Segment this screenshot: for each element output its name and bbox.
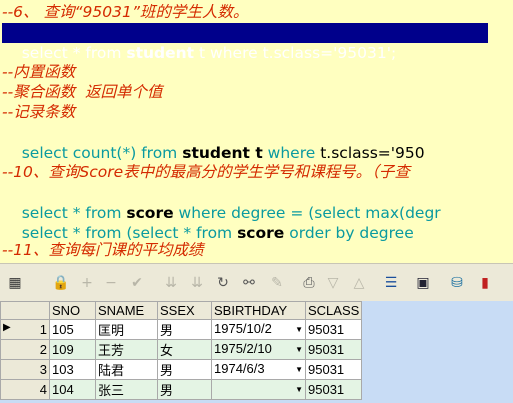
refresh-icon[interactable]: ↻ [212, 273, 234, 293]
check-icon[interactable]: ✔ [126, 273, 148, 293]
column-header-ssex[interactable]: SSEX [157, 301, 212, 320]
cell-sname[interactable]: 陆君 [95, 359, 158, 380]
comment-line: --10、查询Score表中的最高分的学生学号和课程号。（子查 [2, 163, 410, 181]
table-row[interactable]: 2 109 王芳 女 1975/2/10 ▼ 95031 [0, 339, 363, 360]
result-grid: SNO SNAME SSEX SBIRTHDAY SCLASS ▶ 1 105 匡… [0, 301, 513, 403]
cell-ssex[interactable]: 男 [157, 379, 212, 400]
row-header-corner [0, 301, 50, 320]
table-row[interactable]: 3 103 陆君 男 1974/6/3 ▼ 95031 [0, 359, 363, 380]
data-toolbar: ▦ 🔒 + − ✔ ⇊ ⇊ ↻ ⚯ ✎ ⎙ ▽ △ ☰ ▣ ⛁ ▮ [0, 263, 513, 303]
cell-sname[interactable]: 匡明 [95, 319, 158, 340]
dropdown-arrow-icon[interactable]: ▼ [295, 361, 303, 378]
dropdown-arrow-icon[interactable]: ▼ [295, 381, 303, 398]
chart-icon[interactable]: ▮ [474, 273, 496, 293]
cell-sno[interactable]: 105 [49, 319, 96, 340]
print-icon[interactable]: ⎙ [298, 273, 320, 293]
column-header-sno[interactable]: SNO [49, 301, 96, 320]
minus-icon[interactable]: − [100, 273, 122, 293]
binoculars-icon[interactable]: ⚯ [238, 273, 260, 293]
save-icon[interactable]: ▣ [412, 273, 434, 293]
cell-ssex[interactable]: 男 [157, 359, 212, 380]
cell-sno[interactable]: 109 [49, 339, 96, 360]
lock-icon[interactable]: 🔒 [50, 273, 72, 293]
grid-icon[interactable]: ▦ [4, 273, 26, 293]
row-number[interactable]: 3 [0, 359, 50, 380]
double-down-icon[interactable]: ⇊ [186, 273, 208, 293]
eraser-icon[interactable]: ✎ [266, 273, 288, 293]
cell-ssex[interactable]: 男 [157, 319, 212, 340]
dropdown-arrow-icon[interactable]: ▼ [295, 341, 303, 358]
comment-line: --6、 查询“95031”班的学生人数。 [2, 3, 249, 21]
result-table: SNO SNAME SSEX SBIRTHDAY SCLASS ▶ 1 105 匡… [0, 301, 363, 400]
table-row[interactable]: 4 104 张三 男 ▼ 95031 [0, 379, 363, 400]
selected-sql-line[interactable]: select * from student t where t.sclass='… [2, 23, 488, 62]
sql-line: select * from score where degree = (sele… [21, 204, 441, 222]
cell-sno[interactable]: 104 [49, 379, 96, 400]
comment-line: --内置函数 [2, 63, 76, 81]
cell-sname[interactable]: 张三 [95, 379, 158, 400]
cell-sbirthday[interactable]: 1975/10/2 ▼ [211, 319, 306, 340]
cell-sbirthday[interactable]: 1975/2/10 ▼ [211, 339, 306, 360]
comment-line: --11、查询每门课的平均成绩 [2, 241, 204, 258]
sql-editor[interactable]: --6、 查询“95031”班的学生人数。 select * from stud… [0, 0, 513, 258]
cell-sno[interactable]: 103 [49, 359, 96, 380]
row-number[interactable]: 4 [0, 379, 50, 400]
table-row[interactable]: ▶ 1 105 匡明 男 1975/10/2 ▼ 95031 [0, 319, 363, 340]
cell-sclass[interactable]: 95031 [304, 379, 363, 400]
row-number[interactable]: ▶ 1 [0, 319, 50, 340]
cell-sclass[interactable]: 95031 [304, 359, 363, 380]
cell-sbirthday[interactable]: 1974/6/3 ▼ [211, 359, 306, 380]
cell-sbirthday[interactable]: ▼ [211, 379, 306, 400]
cell-sclass[interactable]: 95031 [304, 339, 363, 360]
column-header-sbirthday[interactable]: SBIRTHDAY [211, 301, 306, 320]
plus-icon[interactable]: + [76, 273, 98, 293]
comment-line: --聚合函数 返回单个值 [2, 83, 163, 101]
columns-icon[interactable]: ☰ [380, 273, 402, 293]
sql-line: select * from (select * from score order… [21, 224, 414, 242]
triangle-down-icon[interactable]: ▽ [322, 273, 344, 293]
column-header-sclass[interactable]: SCLASS [304, 301, 363, 320]
db-icon[interactable]: ⛁ [446, 273, 468, 293]
column-header-sname[interactable]: SNAME [95, 301, 158, 320]
cell-sname[interactable]: 王芳 [95, 339, 158, 360]
cell-sclass[interactable]: 95031 [304, 319, 363, 340]
cell-ssex[interactable]: 女 [157, 339, 212, 360]
row-number[interactable]: 2 [0, 339, 50, 360]
triangle-up-icon[interactable]: △ [348, 273, 370, 293]
sql-line: select count(*) from student t where t.s… [21, 144, 425, 162]
dropdown-arrow-icon[interactable]: ▼ [295, 321, 303, 338]
double-down-icon[interactable]: ⇊ [160, 273, 182, 293]
comment-line: --记录条数 [2, 103, 76, 121]
